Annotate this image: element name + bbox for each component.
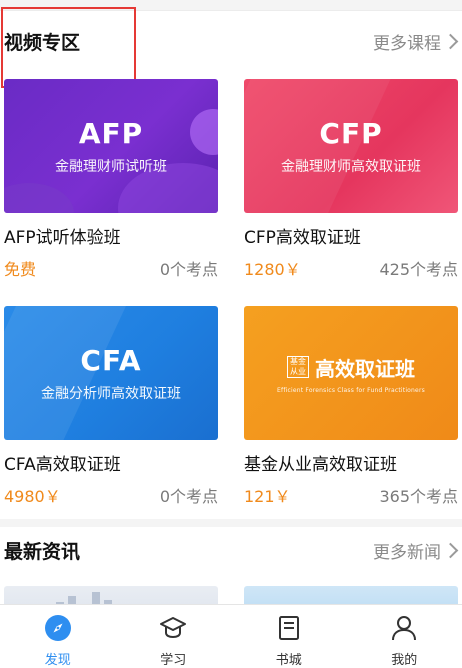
course-thumbnail: 基金从业 高效取证班 Efficient Forensics Class for… <box>244 306 458 440</box>
thumbnail-title: AFP <box>79 117 143 150</box>
thumbnail-title: CFP <box>319 117 382 150</box>
thumbnail-title: CFA <box>80 344 141 377</box>
user-icon <box>389 613 419 643</box>
thumbnail-title: 高效取证班 <box>315 353 415 382</box>
more-news-label: 更多新闻 <box>373 538 441 563</box>
highlight-box <box>1 7 136 88</box>
course-title: CFA高效取证班 <box>4 450 218 475</box>
course-thumbnail: CFA 金融分析师高效取证班 <box>4 306 218 440</box>
course-title: AFP试听体验班 <box>4 223 218 248</box>
bottom-tab-bar: 发现 学习 书城 我的 <box>0 604 462 661</box>
course-card[interactable]: 基金从业 高效取证班 Efficient Forensics Class for… <box>244 306 458 507</box>
fund-seal-icon: 基金从业 <box>287 356 309 378</box>
course-title: CFP高效取证班 <box>244 223 458 248</box>
tab-label: 我的 <box>391 649 417 668</box>
course-title: 基金从业高效取证班 <box>244 450 458 475</box>
course-card[interactable]: AFP 金融理财师试听班 AFP试听体验班 免费 0个考点 <box>4 79 218 280</box>
graduation-cap-icon <box>158 613 188 643</box>
tab-label: 学习 <box>160 649 186 668</box>
course-points: 425个考点 <box>379 256 458 280</box>
news-section-header: 最新资讯 更多新闻 <box>0 529 462 569</box>
section-divider <box>0 519 462 527</box>
more-news-link[interactable]: 更多新闻 <box>373 538 456 563</box>
course-thumbnail: CFP 金融理财师高效取证班 <box>244 79 458 213</box>
thumbnail-subtitle: 金融理财师高效取证班 <box>281 156 421 176</box>
thumbnail-subtitle: 金融理财师试听班 <box>55 156 167 176</box>
tab-bookstore[interactable]: 书城 <box>231 605 347 661</box>
course-points: 365个考点 <box>379 483 458 507</box>
course-price: 121￥ <box>244 483 291 507</box>
course-thumbnail: AFP 金融理财师试听班 <box>4 79 218 213</box>
book-icon <box>274 613 304 643</box>
course-points: 0个考点 <box>160 256 218 280</box>
course-card[interactable]: CFA 金融分析师高效取证班 CFA高效取证班 4980￥ 0个考点 <box>4 306 218 507</box>
tab-study[interactable]: 学习 <box>116 605 232 661</box>
course-price: 1280￥ <box>244 256 301 280</box>
chevron-right-icon <box>443 34 459 50</box>
course-points: 0个考点 <box>160 483 218 507</box>
chevron-right-icon <box>443 543 459 559</box>
tab-label: 发现 <box>45 649 71 668</box>
tab-discover[interactable]: 发现 <box>0 605 116 661</box>
tab-label: 书城 <box>276 649 302 668</box>
news-section-title: 最新资讯 <box>4 537 80 564</box>
more-courses-label: 更多课程 <box>373 29 441 54</box>
course-price: 4980￥ <box>4 483 61 507</box>
thumbnail-subtitle: Efficient Forensics Class for Fund Pract… <box>277 387 425 394</box>
course-price: 免费 <box>4 256 36 280</box>
course-card[interactable]: CFP 金融理财师高效取证班 CFP高效取证班 1280￥ 425个考点 <box>244 79 458 280</box>
more-courses-link[interactable]: 更多课程 <box>373 29 456 54</box>
thumbnail-subtitle: 金融分析师高效取证班 <box>41 383 181 403</box>
compass-icon <box>43 613 73 643</box>
tab-profile[interactable]: 我的 <box>347 605 462 661</box>
